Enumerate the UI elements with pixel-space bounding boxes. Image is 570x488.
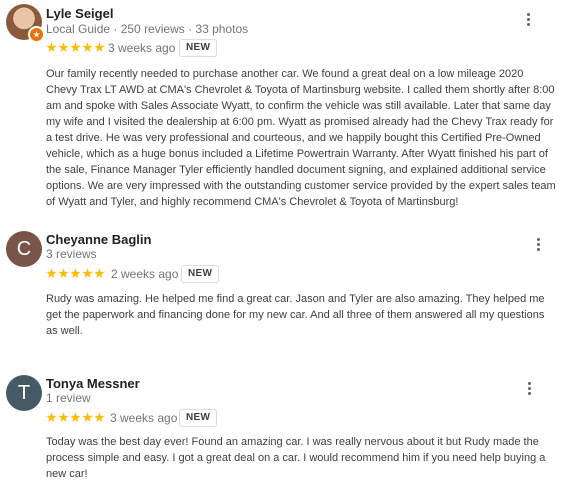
review-text: Rudy was amazing. He helped me find a gr… [46, 293, 545, 337]
star-rating [46, 412, 105, 423]
star-icon [82, 42, 93, 53]
review-text: Our family recently needed to purchase a… [46, 68, 556, 208]
star-icon [70, 412, 81, 423]
star-icon [70, 268, 81, 279]
reviewer-name[interactable]: Tonya Messner [46, 376, 140, 391]
reviewer-avatar[interactable]: T [6, 375, 42, 411]
review-card: T Tonya Messner 1 review 3 weeks ago NEW… [0, 370, 570, 488]
review-time: 2 weeks ago [111, 267, 179, 281]
more-vert-icon[interactable] [521, 380, 537, 396]
star-icon [70, 42, 81, 53]
new-badge: NEW [179, 409, 218, 427]
star-icon [82, 268, 93, 279]
reviewer-avatar[interactable] [6, 4, 45, 43]
review-text: Today was the best day ever! Found an am… [46, 436, 546, 480]
more-vert-icon[interactable] [520, 11, 536, 27]
reviewer-name[interactable]: Lyle Seigel [46, 6, 113, 21]
reviewer-meta[interactable]: 3 reviews [46, 247, 97, 261]
star-icon [94, 412, 105, 423]
star-rating [46, 268, 105, 279]
review-card: C Cheyanne Baglin 3 reviews 2 weeks ago … [0, 226, 570, 346]
star-rating [46, 42, 105, 53]
star-icon [94, 42, 105, 53]
more-vert-icon[interactable] [530, 236, 546, 252]
star-icon [46, 412, 57, 423]
review-time: 3 weeks ago [108, 41, 176, 55]
star-icon [82, 412, 93, 423]
star-icon [58, 412, 69, 423]
reviewer-name[interactable]: Cheyanne Baglin [46, 232, 151, 247]
star-icon [46, 42, 57, 53]
avatar-letter: C [16, 237, 32, 260]
star-icon [46, 268, 57, 279]
reviewer-avatar[interactable]: C [6, 231, 42, 267]
star-icon [58, 268, 69, 279]
avatar-letter: T [17, 381, 31, 404]
star-icon [94, 268, 105, 279]
reviewer-meta[interactable]: 1 review [46, 391, 91, 405]
review-card: Lyle Seigel Local Guide · 250 reviews · … [0, 0, 570, 210]
new-badge: NEW [179, 39, 218, 57]
new-badge: NEW [181, 265, 220, 283]
reviewer-meta[interactable]: Local Guide · 250 reviews · 33 photos [46, 22, 248, 36]
local-guide-badge-icon [28, 26, 45, 43]
star-icon [58, 42, 69, 53]
review-time: 3 weeks ago [110, 411, 178, 425]
